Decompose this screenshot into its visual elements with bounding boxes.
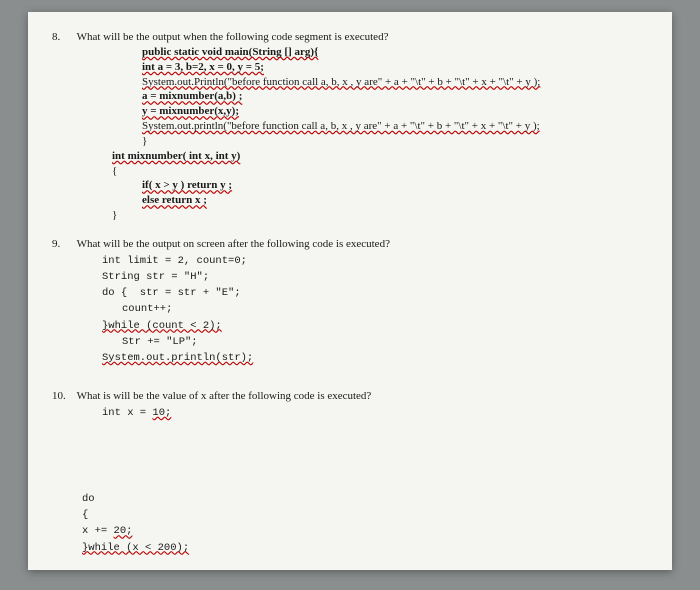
q8-prompt: What will be the output when the followi… [77,31,389,43]
spacer [52,379,648,389]
q8-code-line-9: if( x > y ) return y ; [142,178,648,193]
question-10: 10. What is will be the value of x after… [52,389,648,555]
q10-code-line-0: int x = 10; [102,406,648,420]
worksheet-page: 8. What will be the output when the foll… [28,12,672,570]
q8-code-line-5: System.out.println("before function call… [142,119,648,134]
q10-prompt-line: 10. What is will be the value of x after… [52,389,648,404]
question-9: 9. What will be the output on screen aft… [52,237,648,365]
q9-code-line-2: do { str = str + "E"; [102,286,648,300]
q10-code-line-2: { [82,508,648,522]
gap [52,420,648,490]
q9-code-line-5: Str += "LP"; [122,335,648,349]
q8-code-line-6: } [142,134,648,149]
q8-number: 8. [52,30,74,45]
q10-prompt: What is will be the value of x after the… [77,390,372,402]
q10-code-line-4: }while (x < 200); [82,541,648,555]
q9-prompt-line: 9. What will be the output on screen aft… [52,237,648,252]
q9-number: 9. [52,237,74,252]
q9-code-line-1: String str = "H"; [102,270,648,284]
q10-code-line-3: x += 20; [82,524,648,538]
q8-code-line-7: int mixnumber( int x, int y) [112,149,648,164]
q8-code-line-10: else return x ; [142,193,648,208]
q8-prompt-line: 8. What will be the output when the foll… [52,30,648,45]
q8-code-line-11: } [112,208,648,223]
q9-code-line-6: System.out.println(str); [102,351,648,365]
q9-code-line-0: int limit = 2, count=0; [102,254,648,268]
q9-prompt: What will be the output on screen after … [77,238,390,250]
q9-code-line-4: }while (count < 2); [102,319,648,333]
q8-code-line-8: { [112,164,648,179]
q8-code-line-0: public static void main(String [] arg){ [142,45,648,60]
question-8: 8. What will be the output when the foll… [52,30,648,223]
q8-code-line-3: a = mixnumber(a,b) ; [142,89,648,104]
q8-code-line-1: int a = 3, b=2, x = 0, y = 5; [142,60,648,75]
q10-code-line-1: do [82,492,648,506]
q8-code-line-2: System.out.Println("before function call… [142,75,648,90]
q10-number: 10. [52,389,74,404]
q8-code-line-4: y = mixnumber(x,y); [142,104,648,119]
q9-code-line-3: count++; [122,302,648,316]
